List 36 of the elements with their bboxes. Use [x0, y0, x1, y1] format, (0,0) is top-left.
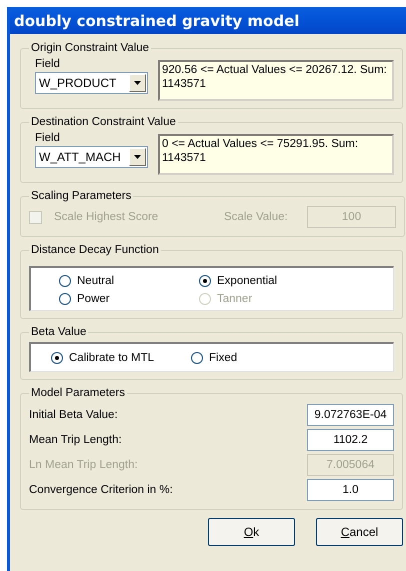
dialog-button[interactable]: Cancel [316, 518, 403, 546]
group-title: Destination Constraint Value [30, 116, 177, 128]
parameter-field[interactable]: 1.0 [307, 479, 394, 501]
radio-label: Exponential [217, 274, 278, 286]
radio-button[interactable] [199, 274, 211, 286]
radio-button[interactable] [59, 274, 71, 286]
radio-label: Fixed [209, 352, 238, 364]
dropdown-arrow-icon [134, 155, 141, 159]
parameter-field[interactable]: 9.072763E-04 [307, 404, 394, 426]
group-title: Origin Constraint Value [30, 42, 150, 54]
group-title: Distance Decay Function [30, 244, 160, 256]
group-title: Scaling Parameters [30, 190, 132, 202]
dialog-button[interactable]: Ok [208, 518, 295, 546]
parameter-label: Ln Mean Trip Length: [29, 459, 138, 471]
field-dropdown[interactable]: W_PRODUCT [35, 72, 148, 94]
parameter-label: Mean Trip Length: [29, 434, 122, 446]
field-label: Field [35, 58, 61, 70]
dropdown-arrow-icon [134, 81, 141, 85]
scale-value-label: Scale Value: [224, 211, 289, 223]
radio-button[interactable] [59, 292, 71, 304]
radio-button[interactable] [51, 352, 63, 364]
radio-label: Tanner [217, 292, 252, 304]
summary-text: 0 <= Actual Values <= 75291.95. Sum: 1143571 [158, 134, 394, 175]
group-title: Beta Value [30, 326, 88, 338]
radio-label: Neutral [77, 274, 114, 286]
summary-text: 920.56 <= Actual Values <= 20267.12. Sum: 1143571 [158, 60, 394, 101]
parameter-label: Convergence Criterion in %: [29, 484, 173, 496]
parameter-label: Initial Beta Value: [29, 409, 118, 421]
radio-label: Power [77, 292, 110, 304]
radio-button[interactable] [191, 352, 203, 364]
field-label: Field [35, 132, 61, 144]
group-title: Model Parameters [30, 387, 126, 399]
field-dropdown[interactable]: W_ATT_MACH [35, 146, 148, 168]
window-title: doubly constrained gravity model [10, 7, 406, 34]
parameter-field[interactable]: 1102.2 [307, 429, 394, 451]
radio-label: Calibrate to MTL [69, 352, 154, 364]
